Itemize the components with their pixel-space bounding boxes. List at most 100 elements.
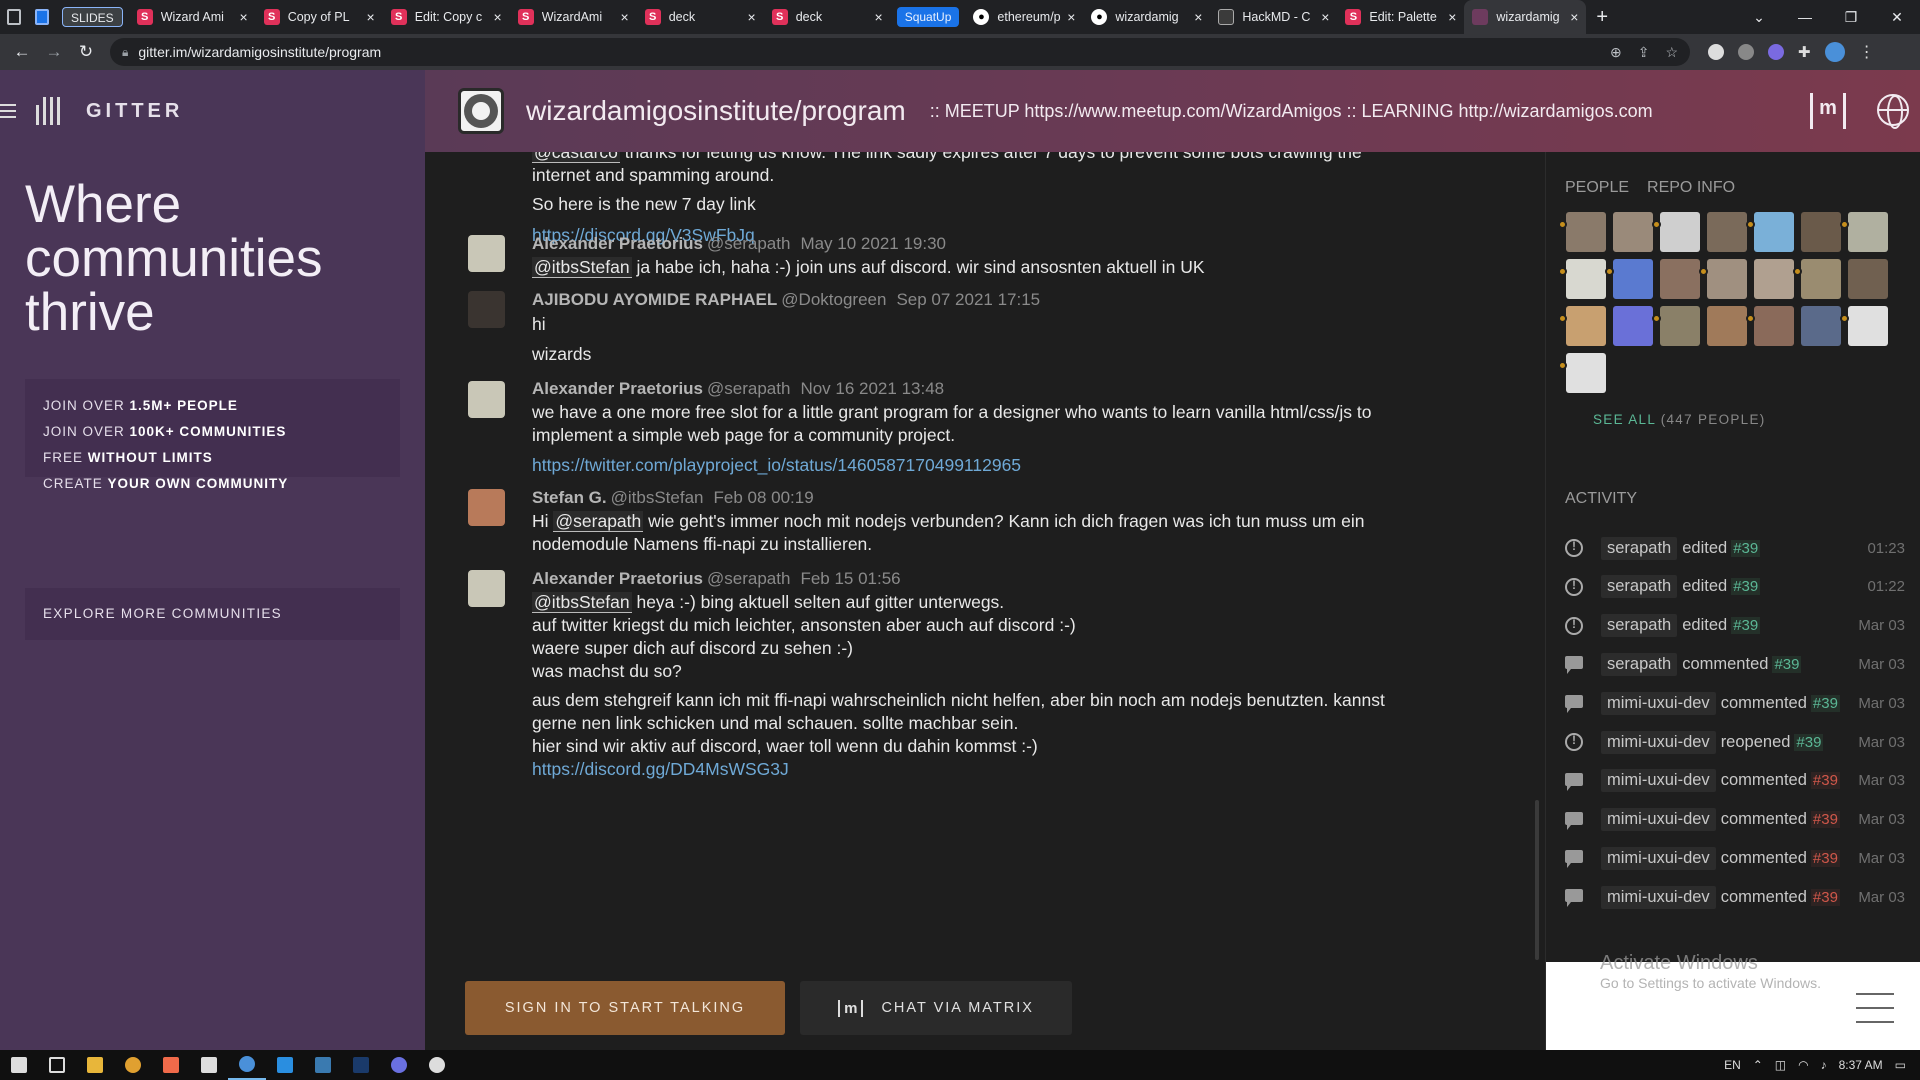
people-avatar[interactable] [1558, 259, 1606, 299]
close-icon[interactable]: × [1194, 9, 1202, 25]
share-icon[interactable]: ⇪ [1638, 44, 1650, 61]
discord-icon[interactable] [380, 1050, 418, 1080]
pinned-tab-calendar[interactable] [28, 0, 56, 34]
author-name[interactable]: Alexander Praetorius [532, 379, 703, 398]
message-time[interactable]: Feb 15 01:56 [800, 569, 900, 588]
people-avatar[interactable] [1613, 306, 1653, 346]
avatar[interactable] [468, 489, 505, 526]
tab-group-squatup[interactable]: SquatUp [896, 7, 960, 27]
chat-scrollbar[interactable] [1535, 800, 1539, 960]
browser-tab[interactable]: S WizardAmi × [510, 0, 637, 34]
lock-icon[interactable]: 🔒︎ [122, 45, 128, 60]
issue-link[interactable]: #39 [1794, 733, 1824, 751]
author-name[interactable]: Alexander Praetorius [532, 234, 703, 253]
menu-icon[interactable] [1856, 993, 1894, 1023]
author-username[interactable]: @itbsStefan [611, 488, 704, 507]
activity-user[interactable]: mimi-uxui-dev [1601, 808, 1716, 832]
people-avatar[interactable] [1746, 306, 1794, 346]
close-icon[interactable]: × [367, 9, 375, 25]
gitter-logo-icon[interactable] [36, 97, 60, 125]
message-time[interactable]: Nov 16 2021 13:48 [800, 379, 944, 398]
avatar[interactable] [468, 291, 505, 328]
activity-user[interactable]: serapath [1601, 536, 1678, 560]
language-indicator[interactable]: EN [1724, 1058, 1741, 1072]
close-icon[interactable]: × [1067, 9, 1075, 25]
address-bar[interactable]: 🔒︎ gitter.im/wizardamigosinstitute/progr… [110, 38, 1690, 66]
globe-icon[interactable] [1877, 94, 1909, 129]
app-icon[interactable] [418, 1050, 456, 1080]
back-icon[interactable]: ← [6, 42, 38, 62]
people-avatar[interactable] [1754, 259, 1794, 299]
people-avatar[interactable] [1848, 259, 1888, 299]
see-all-people-link[interactable]: SEE ALL (447 PEOPLE) [1593, 412, 1766, 427]
browser-tab[interactable]: Sdeck × [764, 0, 891, 34]
close-icon[interactable]: × [875, 9, 883, 25]
start-windows-icon[interactable] [0, 1050, 38, 1080]
mention[interactable]: @serapath [553, 511, 644, 532]
activity-user[interactable]: mimi-uxui-dev [1601, 769, 1716, 793]
message-time[interactable]: Sep 07 2021 17:15 [896, 290, 1040, 309]
browser-tab[interactable]: S Edit: Palette × [1337, 0, 1464, 34]
people-avatar[interactable] [1660, 259, 1700, 299]
app-icon[interactable] [304, 1050, 342, 1080]
chrome-icon[interactable] [114, 1050, 152, 1080]
issue-link[interactable]: #39 [1810, 694, 1840, 712]
puzzle-icon[interactable]: ✚ [1798, 43, 1811, 61]
gitter-brand[interactable]: GITTER [86, 100, 183, 123]
people-avatar[interactable] [1558, 212, 1606, 252]
issue-link[interactable]: #39 [1731, 617, 1761, 635]
activity-user[interactable]: mimi-uxui-dev [1601, 691, 1716, 715]
sign-in-button[interactable]: SIGN IN TO START TALKING [465, 981, 785, 1035]
people-avatar[interactable] [1793, 259, 1841, 299]
close-icon[interactable]: × [494, 9, 502, 25]
mention[interactable]: @itbsStefan [532, 257, 632, 278]
author-username[interactable]: @serapath [707, 379, 790, 398]
extension-icon[interactable] [1708, 44, 1724, 60]
close-window-icon[interactable]: ✕ [1874, 9, 1920, 26]
issue-link[interactable]: #39 [1810, 888, 1840, 906]
extension-icon[interactable] [1768, 44, 1784, 60]
people-avatar[interactable] [1746, 212, 1794, 252]
mention[interactable]: @castarco [532, 152, 620, 163]
tab-group-slides[interactable]: SLIDES [62, 7, 123, 27]
people-avatar[interactable] [1840, 306, 1888, 346]
kebab-menu-icon[interactable]: ⋮ [1859, 42, 1875, 62]
room-name[interactable]: wizardamigosinstitute/program [526, 95, 906, 127]
new-tab-icon[interactable]: + [1596, 6, 1608, 29]
tab-search-icon[interactable]: ⌄ [1736, 9, 1782, 26]
close-icon[interactable]: × [1448, 9, 1456, 25]
people-avatar[interactable] [1707, 212, 1747, 252]
author-username[interactable]: @serapath [707, 234, 790, 253]
zoom-icon[interactable]: ⊕ [1610, 44, 1622, 61]
issue-link[interactable]: #39 [1772, 655, 1802, 673]
browser-tab[interactable]: HackMD - C × [1210, 0, 1337, 34]
browser-tab[interactable]: Sdeck × [637, 0, 764, 34]
notes-icon[interactable] [190, 1050, 228, 1080]
room-avatar[interactable] [458, 88, 504, 134]
clock[interactable]: 8:37 AM [1839, 1058, 1883, 1072]
task-view-icon[interactable] [38, 1050, 76, 1080]
avatar[interactable] [468, 570, 505, 607]
people-avatar[interactable] [1558, 306, 1606, 346]
activity-user[interactable]: mimi-uxui-dev [1601, 885, 1716, 909]
notification-icon[interactable]: ▭ [1895, 1058, 1906, 1072]
message-time[interactable]: Feb 08 00:19 [714, 488, 814, 507]
chat-via-matrix-button[interactable]: m CHAT VIA MATRIX [800, 981, 1072, 1035]
extension-icon[interactable] [1738, 44, 1754, 60]
photoshop-icon[interactable] [342, 1050, 380, 1080]
avatar[interactable] [468, 381, 505, 418]
browser-tab-active[interactable]: wizardamig × [1464, 0, 1587, 34]
people-avatar[interactable] [1707, 306, 1747, 346]
volume-icon[interactable]: ♪ [1821, 1058, 1827, 1072]
pinned-tab-docs[interactable] [0, 0, 28, 34]
issue-link[interactable]: #39 [1731, 539, 1761, 557]
close-icon[interactable]: × [240, 9, 248, 25]
minimize-icon[interactable]: — [1782, 9, 1828, 25]
chrome-active-icon[interactable] [228, 1050, 266, 1080]
author-name[interactable]: AJIBODU AYOMIDE RAPHAEL [532, 290, 777, 309]
people-avatar[interactable] [1652, 306, 1700, 346]
wifi-icon[interactable]: ◠ [1798, 1058, 1808, 1072]
author-username[interactable]: @Doktogreen [781, 290, 886, 309]
people-avatar[interactable] [1613, 212, 1653, 252]
browser-tab[interactable]: S Edit: Copy c × [383, 0, 510, 34]
